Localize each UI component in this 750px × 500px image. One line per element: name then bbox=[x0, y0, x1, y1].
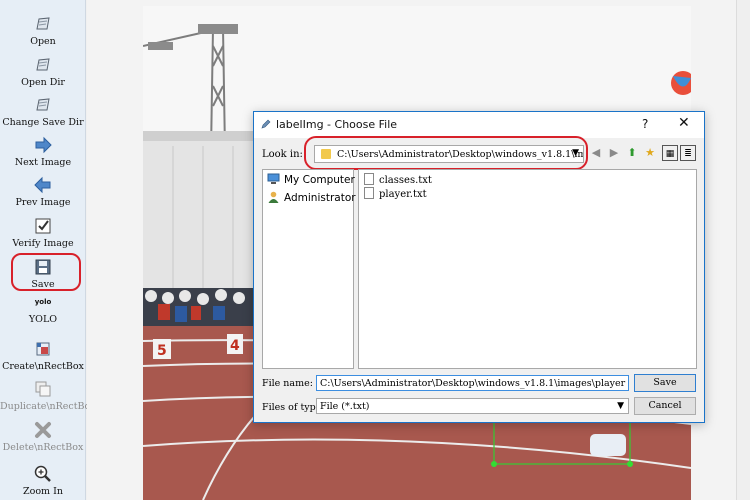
prev-arrow-icon bbox=[34, 176, 51, 194]
dialog-title: labelImg - Choose File bbox=[276, 118, 398, 131]
sidebar-item-my-computer[interactable]: My Computer bbox=[267, 173, 355, 189]
dialog-cancel-button[interactable]: Cancel bbox=[634, 397, 696, 415]
checkbox-icon bbox=[35, 218, 51, 234]
forward-icon[interactable]: ▶ bbox=[606, 145, 622, 161]
detail-view-icon[interactable]: ≣ bbox=[680, 145, 696, 161]
look-in-highlight bbox=[304, 136, 588, 170]
text-file-icon bbox=[364, 187, 374, 199]
list-item[interactable]: player.txt bbox=[364, 187, 427, 201]
change-save-dir-button[interactable]: Change Save Dir bbox=[0, 95, 86, 128]
file-name-input[interactable]: C:\Users\Administrator\Desktop\windows_v… bbox=[316, 375, 629, 391]
verify-image-button[interactable]: Verify Image bbox=[0, 216, 86, 249]
dialog-save-button[interactable]: Save bbox=[634, 374, 696, 392]
svg-text:4: 4 bbox=[230, 338, 240, 354]
text-file-icon bbox=[364, 173, 374, 185]
places-sidebar: My Computer Administrator bbox=[262, 169, 356, 369]
zoom-in-icon bbox=[34, 465, 51, 482]
app-pencil-icon bbox=[261, 119, 271, 129]
close-button[interactable]: ✕ bbox=[678, 115, 690, 131]
open-dir-icon bbox=[36, 58, 50, 71]
zoom-in-button[interactable]: Zoom In bbox=[0, 464, 86, 497]
look-in-label: Look in: bbox=[262, 149, 303, 160]
yolo-button[interactable]: yolo YOLO bbox=[0, 298, 86, 325]
create-rectbox-button[interactable]: Create\nRectBox bbox=[0, 339, 86, 372]
file-list: classes.txt player.txt bbox=[358, 169, 697, 369]
parent-dir-icon[interactable]: ⬆ bbox=[624, 145, 640, 161]
sidebar-item-administrator[interactable]: Administrator bbox=[267, 191, 356, 207]
vertical-scrollbar[interactable] bbox=[736, 0, 750, 500]
user-icon bbox=[268, 191, 279, 203]
svg-text:5: 5 bbox=[157, 343, 167, 359]
save-highlight bbox=[11, 253, 81, 291]
change-save-dir-icon bbox=[36, 98, 50, 111]
file-name-label: File name: bbox=[262, 378, 313, 389]
new-folder-icon[interactable]: ★ bbox=[642, 145, 658, 161]
delete-rectbox-button[interactable]: Delete\nRectBox bbox=[0, 420, 86, 453]
duplicate-rect-icon bbox=[35, 381, 51, 397]
chevron-down-icon: ▼ bbox=[617, 401, 624, 411]
next-arrow-icon bbox=[35, 136, 52, 154]
back-icon[interactable]: ◀ bbox=[588, 145, 604, 161]
choose-file-dialog: labelImg - Choose File ? ✕ Look in: C:\U… bbox=[253, 111, 705, 423]
prev-image-button[interactable]: Prev Image bbox=[0, 175, 86, 208]
list-view-icon[interactable]: ▦ bbox=[662, 145, 678, 161]
delete-x-icon bbox=[35, 422, 51, 438]
file-type-combo[interactable]: File (*.txt) ▼ bbox=[316, 398, 629, 414]
open-button[interactable]: Open bbox=[0, 14, 86, 47]
computer-icon bbox=[267, 173, 280, 184]
duplicate-rectbox-button[interactable]: Duplicate\nRectBox bbox=[0, 379, 96, 412]
create-rect-icon bbox=[36, 342, 50, 356]
dialog-titlebar: labelImg - Choose File ? ✕ bbox=[254, 112, 704, 138]
toolbar: Open Open Dir Change Save Dir Next Image bbox=[0, 0, 96, 500]
yolo-icon: yolo bbox=[34, 298, 52, 306]
help-button[interactable]: ? bbox=[642, 117, 648, 131]
list-item[interactable]: classes.txt bbox=[364, 173, 432, 187]
open-dir-button[interactable]: Open Dir bbox=[0, 55, 86, 88]
open-file-icon bbox=[36, 17, 50, 30]
next-image-button[interactable]: Next Image bbox=[0, 135, 86, 168]
labelimg-window: Open Open Dir Change Save Dir Next Image bbox=[0, 0, 750, 500]
